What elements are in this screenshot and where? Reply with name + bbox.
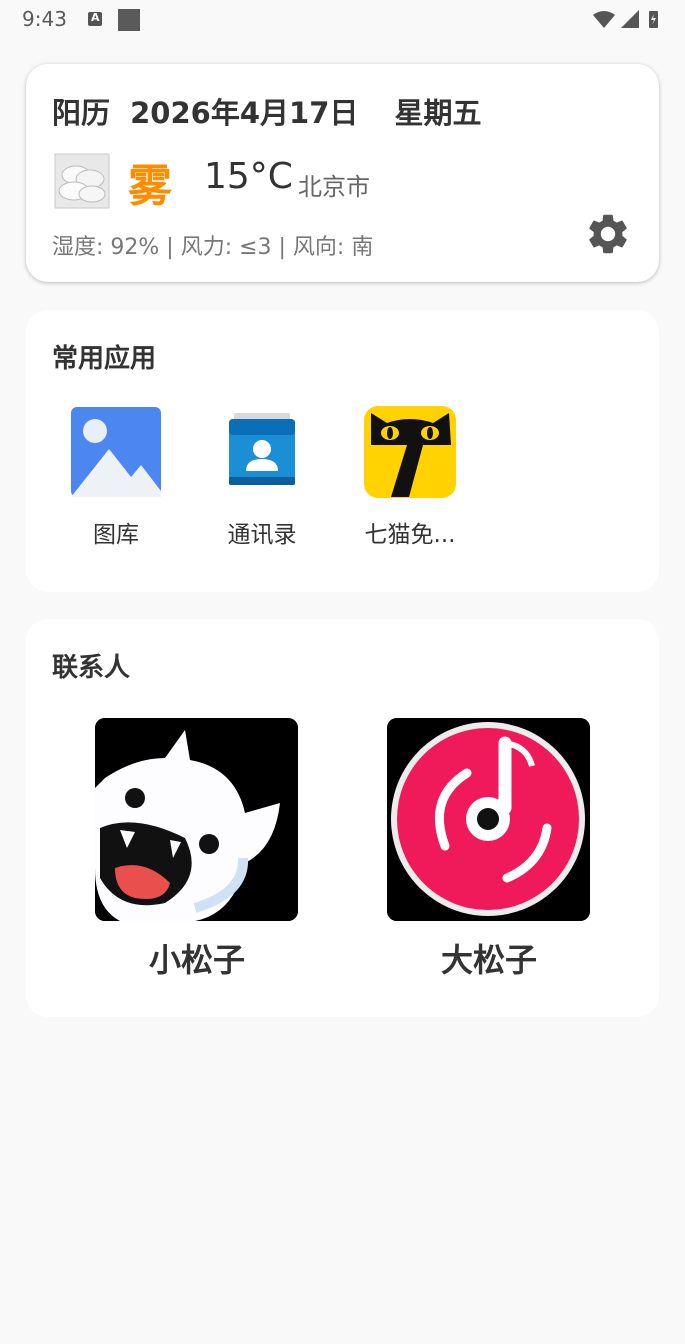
apps-card: 常用应用 图库 通讯录 七猫免... xyxy=(26,310,659,592)
app-qimao[interactable]: 七猫免... xyxy=(345,405,475,549)
fog-weather-icon xyxy=(54,153,110,209)
settings-gear-icon[interactable] xyxy=(584,210,632,258)
calendar-label: 阳历 xyxy=(52,96,111,130)
qimao-icon xyxy=(364,406,456,498)
contact-dasongzi[interactable]: 大松子 xyxy=(387,718,591,981)
app-contacts[interactable]: 通讯录 xyxy=(197,405,327,549)
temperature: 15°C xyxy=(204,156,293,197)
contacts-icon xyxy=(229,413,295,485)
contacts-card: 联系人 小松子 大松子 xyxy=(26,619,659,1017)
contacts-section-title: 联系人 xyxy=(52,653,131,683)
contact-xiaosongzi[interactable]: 小松子 xyxy=(95,718,299,981)
contact-name-xiaosongzi: 小松子 xyxy=(148,941,245,979)
apps-section-title: 常用应用 xyxy=(52,344,157,374)
app-gallery[interactable]: 图库 xyxy=(51,405,181,549)
status-icons xyxy=(593,10,658,28)
notification-a-icon: A xyxy=(88,11,102,26)
app-label-gallery: 图库 xyxy=(93,522,139,548)
monster-avatar xyxy=(95,718,298,921)
weekday-text: 星期五 xyxy=(394,96,482,130)
app-label-contacts: 通讯录 xyxy=(227,522,297,548)
contact-name-dasongzi: 大松子 xyxy=(440,941,537,979)
weather-detail: 湿度: 92% | 风力: ≤3 | 风向: 南 xyxy=(52,235,374,260)
gallery-icon xyxy=(71,407,161,497)
weather-condition: 雾 xyxy=(128,161,172,212)
date-text: 2026年4月17日 xyxy=(130,96,359,130)
status-time: 9:43 xyxy=(22,7,67,31)
app-label-qimao: 七猫免... xyxy=(364,522,456,548)
city-name: 北京市 xyxy=(298,173,370,201)
status-bar: 9:43 A xyxy=(0,0,685,38)
notification-letter: A xyxy=(91,11,100,24)
signal-icon xyxy=(621,10,639,28)
notification-square-icon xyxy=(118,9,140,31)
wifi-icon xyxy=(593,11,615,28)
date-line: 阳历 2026年4月17日 星期五 xyxy=(52,90,492,132)
music-disc-avatar xyxy=(387,718,590,921)
